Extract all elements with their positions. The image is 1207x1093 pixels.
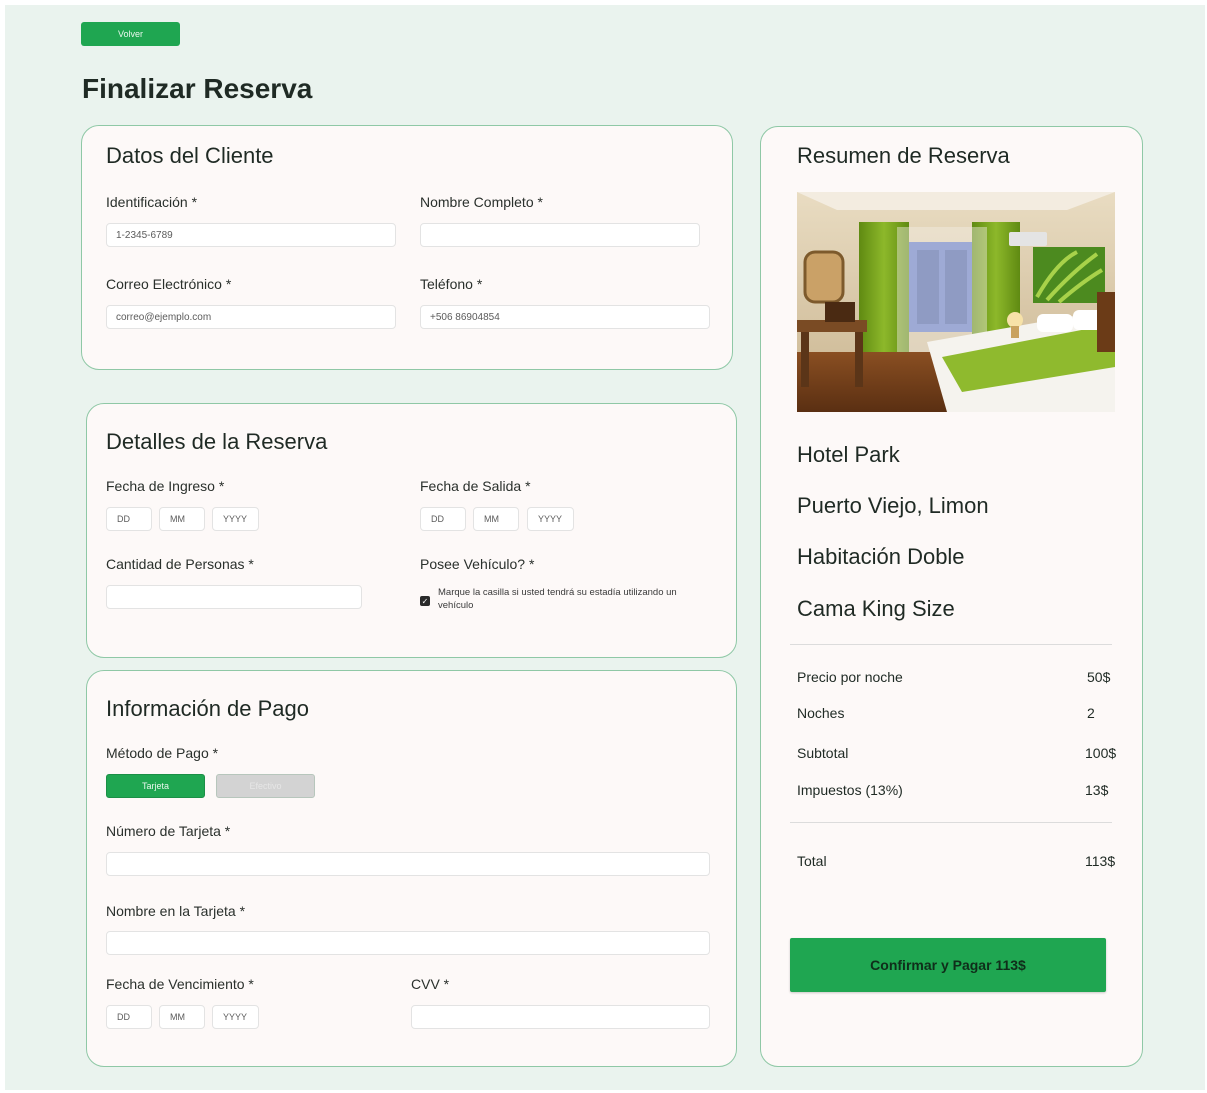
card-number-label: Número de Tarjeta * [106,823,231,839]
checkin-day-input[interactable] [106,507,152,531]
email-label: Correo Electrónico * [106,276,232,292]
people-input[interactable] [106,585,362,609]
summary-title: Resumen de Reserva [797,143,1010,168]
checkout-year-input[interactable] [527,507,574,531]
payment-method-cash-button[interactable]: Efectivo [216,774,315,798]
phone-input[interactable] [420,305,710,329]
summary-divider-bottom [790,822,1112,823]
hotel-room-illustration [797,192,1115,412]
hotel-location: Puerto Viejo, Limon [797,493,989,518]
price-per-night-label: Precio por noche [797,669,903,685]
checkout-month-input[interactable] [473,507,519,531]
checkmark-icon: ✓ [421,596,429,606]
total-label: Total [797,853,827,869]
name-label: Nombre Completo * [420,194,543,210]
taxes-label: Impuestos (13%) [797,782,903,798]
summary-divider-top [790,644,1112,645]
vehicle-label: Posee Vehículo? * [420,556,535,572]
subtotal-label: Subtotal [797,745,849,761]
checkin-month-input[interactable] [159,507,205,531]
expiry-month-input[interactable] [159,1005,205,1029]
card-name-input[interactable] [106,931,710,955]
nights-value: 2 [1087,705,1095,721]
id-input[interactable] [106,223,396,247]
expiry-label: Fecha de Vencimiento * [106,976,254,992]
name-input[interactable] [420,223,700,247]
vehicle-checkbox[interactable]: ✓ [420,596,430,606]
payment-title: Información de Pago [106,696,310,721]
checkout-label: Fecha de Salida * [420,478,531,494]
back-button[interactable]: Volver [81,22,180,46]
booking-details-title: Detalles de la Reserva [106,429,328,454]
payment-method-label: Método de Pago * [106,745,219,761]
expiry-day-input[interactable] [106,1005,152,1029]
checkout-day-input[interactable] [420,507,466,531]
people-label: Cantidad de Personas * [106,556,254,572]
total-value: 113$ [1085,853,1116,869]
subtotal-value: 100$ [1085,745,1117,761]
cvv-input[interactable] [411,1005,710,1029]
nights-label: Noches [797,705,845,721]
card-name-label: Nombre en la Tarjeta * [106,903,246,919]
page-title: Finalizar Reserva [82,73,313,104]
price-per-night-value: 50$ [1087,669,1111,685]
taxes-value: 13$ [1085,782,1109,798]
checkin-label: Fecha de Ingreso * [106,478,225,494]
bed-type: Cama King Size [797,596,955,621]
room-type: Habitación Doble [797,544,965,569]
email-input[interactable] [106,305,396,329]
expiry-year-input[interactable] [212,1005,259,1029]
checkin-year-input[interactable] [212,507,259,531]
payment-method-card-button[interactable]: Tarjeta [106,774,205,798]
cvv-label: CVV * [411,976,450,992]
id-label: Identificación * [106,194,198,210]
client-data-title: Datos del Cliente [106,143,274,168]
phone-label: Teléfono * [420,276,483,292]
hotel-room-image [797,192,1115,412]
vehicle-checkbox-text: Marque la casilla si usted tendrá su est… [438,587,677,611]
hotel-name: Hotel Park [797,442,900,467]
card-number-input[interactable] [106,852,710,876]
confirm-pay-button[interactable]: Confirmar y Pagar 113$ [790,938,1106,992]
